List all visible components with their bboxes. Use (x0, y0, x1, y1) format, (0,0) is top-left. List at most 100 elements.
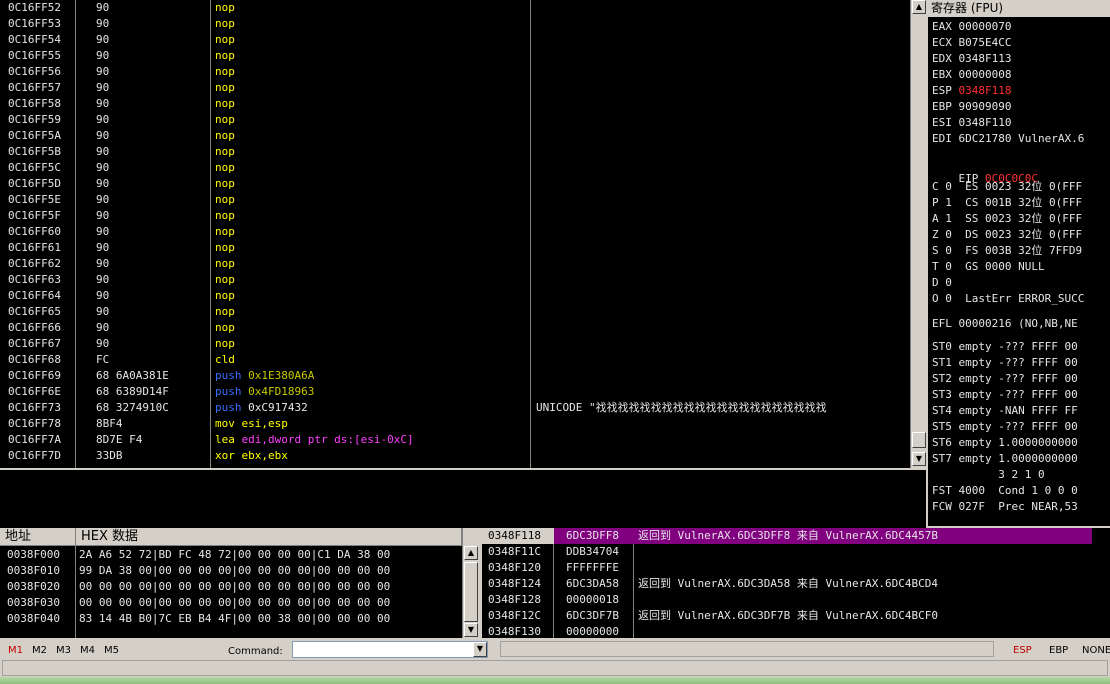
disasm-hex: FC (96, 353, 110, 366)
flag-row[interactable]: D 0 (932, 275, 952, 291)
register-ecx[interactable]: ECX B075E4CC (932, 35, 1011, 51)
stack-value: 6DC3DA58 (566, 577, 619, 590)
register-esi[interactable]: ESI 0348F110 (932, 115, 1011, 131)
disasm-row[interactable]: 0C16FF64 90 nop (0, 288, 910, 304)
fpu-row[interactable]: ST6 empty 1.0000000000 (932, 435, 1078, 451)
dump-row[interactable]: 0038F000 2A A6 52 72|BD FC 48 72|00 00 00… (0, 547, 462, 563)
dump-header-hex[interactable]: HEX 数据 (76, 528, 462, 546)
stack-row[interactable]: 0348F130 00000000 (482, 624, 1110, 638)
register-edx[interactable]: EDX 0348F113 (932, 51, 1011, 67)
dump-row[interactable]: 0038F030 00 00 00 00|00 00 00 00|00 00 00… (0, 595, 462, 611)
flag-row[interactable]: Z 0 DS 0023 32位 0(FFF (932, 227, 1082, 243)
disasm-row[interactable]: 0C16FF7D 33DB xor ebx,ebx (0, 448, 910, 464)
fpu-row[interactable]: ST7 empty 1.0000000000 (932, 451, 1078, 467)
register-button-ebp[interactable]: EBP (1049, 644, 1068, 658)
disasm-row[interactable]: 0C16FF59 90 nop (0, 112, 910, 128)
fpu-row[interactable]: ST2 empty -??? FFFF 00 (932, 371, 1078, 387)
disasm-row[interactable]: 0C16FF68 FC cld (0, 352, 910, 368)
scroll-down-icon[interactable]: ▼ (464, 623, 478, 637)
register-ebp[interactable]: EBP 90909090 (932, 99, 1011, 115)
disasm-row[interactable]: 0C16FF5D 90 nop (0, 176, 910, 192)
disasm-row[interactable]: 0C16FF54 90 nop (0, 32, 910, 48)
scroll-up-icon[interactable]: ▲ (912, 0, 926, 14)
dropdown-arrow-icon[interactable]: ▼ (473, 642, 487, 657)
disasm-address: 0C16FF58 (8, 97, 61, 110)
disasm-row[interactable]: 0C16FF62 90 nop (0, 256, 910, 272)
disasm-row[interactable]: 0C16FF58 90 nop (0, 96, 910, 112)
stack-row[interactable]: 0348F120 FFFFFFFE (482, 560, 1110, 576)
fpu-row[interactable]: ST3 empty -??? FFFF 00 (932, 387, 1078, 403)
fpu-row[interactable]: ST5 empty -??? FFFF 00 (932, 419, 1078, 435)
disasm-row[interactable]: 0C16FF52 90 nop (0, 0, 910, 16)
register-eax[interactable]: EAX 00000070 (932, 19, 1011, 35)
disasm-row[interactable]: 0C16FF65 90 nop (0, 304, 910, 320)
disassembly-scrollbar[interactable]: ▲ ▼ (910, 0, 927, 468)
stack-row[interactable]: 0348F118 6DC3DFF8 返回到 VulnerAX.6DC3DFF8 来自… (482, 528, 1110, 544)
disasm-row[interactable]: 0C16FF63 90 nop (0, 272, 910, 288)
dump-row[interactable]: 0038F040 83 14 4B B0|7C EB B4 4F|00 00 38… (0, 611, 462, 627)
disasm-row[interactable]: 0C16FF5C 90 nop (0, 160, 910, 176)
disasm-row[interactable]: 0C16FF6E 68 6389D14F push 0x4FD18963 (0, 384, 910, 400)
register-ebx[interactable]: EBX 00000008 (932, 67, 1011, 83)
dump-scrollbar[interactable]: ▲ ▼ (462, 528, 479, 638)
disasm-operand: 0x4FD18963 (248, 385, 315, 398)
fpu-row[interactable]: ST1 empty -??? FFFF 00 (932, 355, 1078, 371)
fpu-row[interactable]: ST0 empty -??? FFFF 00 (932, 339, 1078, 355)
stack-row[interactable]: 0348F11C DDB34704 (482, 544, 1110, 560)
disasm-row[interactable]: 0C16FF57 90 nop (0, 80, 910, 96)
stack-value: 00000000 (566, 625, 619, 638)
dump-row[interactable]: 0038F020 00 00 00 00|00 00 00 00|00 00 00… (0, 579, 462, 595)
disasm-row[interactable]: 0C16FF66 90 nop (0, 320, 910, 336)
scroll-thumb[interactable] (912, 432, 926, 448)
disasm-row[interactable]: 0C16FF56 90 nop (0, 64, 910, 80)
memory-button-m3[interactable]: M3 (56, 644, 71, 658)
disasm-row[interactable]: 0C16FF69 68 6A0A381E push 0x1E380A6A (0, 368, 910, 384)
disasm-address: 0C16FF78 (8, 417, 61, 430)
scroll-thumb[interactable] (464, 562, 478, 622)
stack-row[interactable]: 0348F12C 6DC3DF7B 返回到 VulnerAX.6DC3DF7B 来自… (482, 608, 1110, 624)
register-edi[interactable]: EDI 6DC21780 VulnerAX.6 (932, 131, 1084, 147)
disasm-row[interactable]: 0C16FF5B 90 nop (0, 144, 910, 160)
disasm-row[interactable]: 0C16FF5E 90 nop (0, 192, 910, 208)
scroll-up-icon[interactable]: ▲ (464, 546, 478, 560)
memory-button-m1[interactable]: M1 (8, 644, 23, 658)
disasm-address: 0C16FF64 (8, 289, 61, 302)
fpu-row[interactable]: ST4 empty -NAN FFFF FF (932, 403, 1078, 419)
flag-row[interactable]: P 1 CS 001B 32位 0(FFF (932, 195, 1082, 211)
command-input[interactable]: ▼ (292, 641, 488, 658)
disasm-row[interactable]: 0C16FF53 90 nop (0, 16, 910, 32)
disasm-row[interactable]: 0C16FF7A 8D7E F4 lea edi,dword ptr ds:[esi-… (0, 432, 910, 448)
disasm-hex: 90 (96, 49, 110, 62)
disassembly-pane[interactable]: 0C16FF52 90 nop 0C16FF53 90 nop 0C16FF54 90 nop 0… (0, 0, 910, 468)
flag-row[interactable]: A 1 SS 0023 32位 0(FFF (932, 211, 1082, 227)
register-esp[interactable]: ESP 0348F118 (932, 83, 1011, 99)
stack-row[interactable]: 0348F124 6DC3DA58 返回到 VulnerAX.6DC3DA58 来自… (482, 576, 1110, 592)
register-button-esp[interactable]: ESP (1013, 644, 1032, 658)
disasm-address: 0C16FF5F (8, 209, 61, 222)
flag-row[interactable]: T 0 GS 0000 NULL (932, 259, 1045, 275)
dump-header-address[interactable]: 地址 (0, 528, 76, 546)
flag-row[interactable]: O 0 LastErr ERROR_SUCC (932, 291, 1084, 307)
disasm-row[interactable]: 0C16FF61 90 nop (0, 240, 910, 256)
disasm-row[interactable]: 0C16FF60 90 nop (0, 224, 910, 240)
dump-hex: 83 14 4B B0|7C EB B4 4F|00 00 38 00|00 0… (79, 612, 391, 625)
disasm-row[interactable]: 0C16FF5F 90 nop (0, 208, 910, 224)
stack-pane[interactable]: 0348F118 6DC3DFF8 返回到 VulnerAX.6DC3DFF8 来自… (482, 528, 1110, 638)
memory-button-m2[interactable]: M2 (32, 644, 47, 658)
disasm-mnemonic: nop (215, 161, 235, 174)
memory-button-m5[interactable]: M5 (104, 644, 119, 658)
hex-dump-pane[interactable]: 地址 HEX 数据 0038F000 2A A6 52 72|BD FC 48 7… (0, 528, 462, 638)
flag-row[interactable]: S 0 FS 003B 32位 7FFD9 (932, 243, 1082, 259)
disasm-row[interactable]: 0C16FF78 8BF4 mov esi,esp (0, 416, 910, 432)
stack-row[interactable]: 0348F128 00000018 (482, 592, 1110, 608)
flag-row[interactable]: C 0 ES 0023 32位 0(FFF (932, 179, 1082, 195)
registers-pane[interactable]: 寄存器 (FPU) EAX 00000070 ECX B075E4CC EDX 03… (928, 0, 1110, 526)
scroll-down-icon[interactable]: ▼ (912, 452, 926, 466)
memory-button-m4[interactable]: M4 (80, 644, 95, 658)
disasm-row[interactable]: 0C16FF67 90 nop (0, 336, 910, 352)
disasm-row[interactable]: 0C16FF5A 90 nop (0, 128, 910, 144)
register-button-none[interactable]: NONE (1082, 644, 1110, 658)
dump-row[interactable]: 0038F010 99 DA 38 00|00 00 00 00|00 00 00… (0, 563, 462, 579)
register-value: 6DC21780 (958, 132, 1012, 145)
disasm-row[interactable]: 0C16FF55 90 nop (0, 48, 910, 64)
